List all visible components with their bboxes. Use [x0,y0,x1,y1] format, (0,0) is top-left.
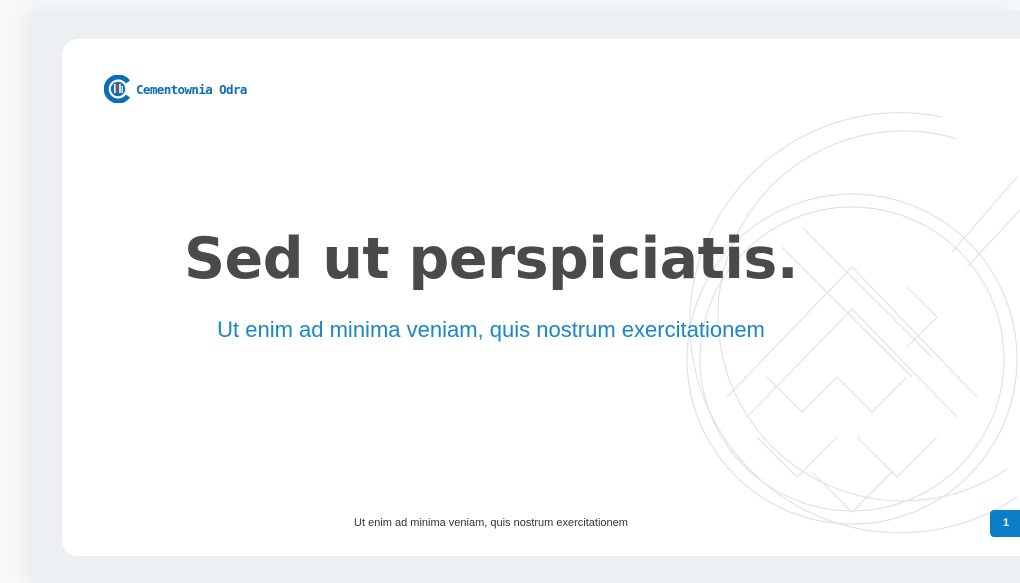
brand-logo[interactable]: Cementownia Odra [104,75,247,103]
slide-footer: Ut enim ad minima veniam, quis nostrum e… [354,517,628,529]
slide-subtitle: Ut enim ad minima veniam, quis nostrum e… [217,317,765,342]
slide: Cementownia Odra Sed ut perspiciatis. Ut… [62,39,1020,556]
cementownia-odra-logo-icon [104,75,131,103]
page-number-badge: 1 [990,510,1020,537]
brand-name: Cementownia Odra [136,81,247,97]
slide-title: Sed ut perspiciatis. [183,226,799,292]
